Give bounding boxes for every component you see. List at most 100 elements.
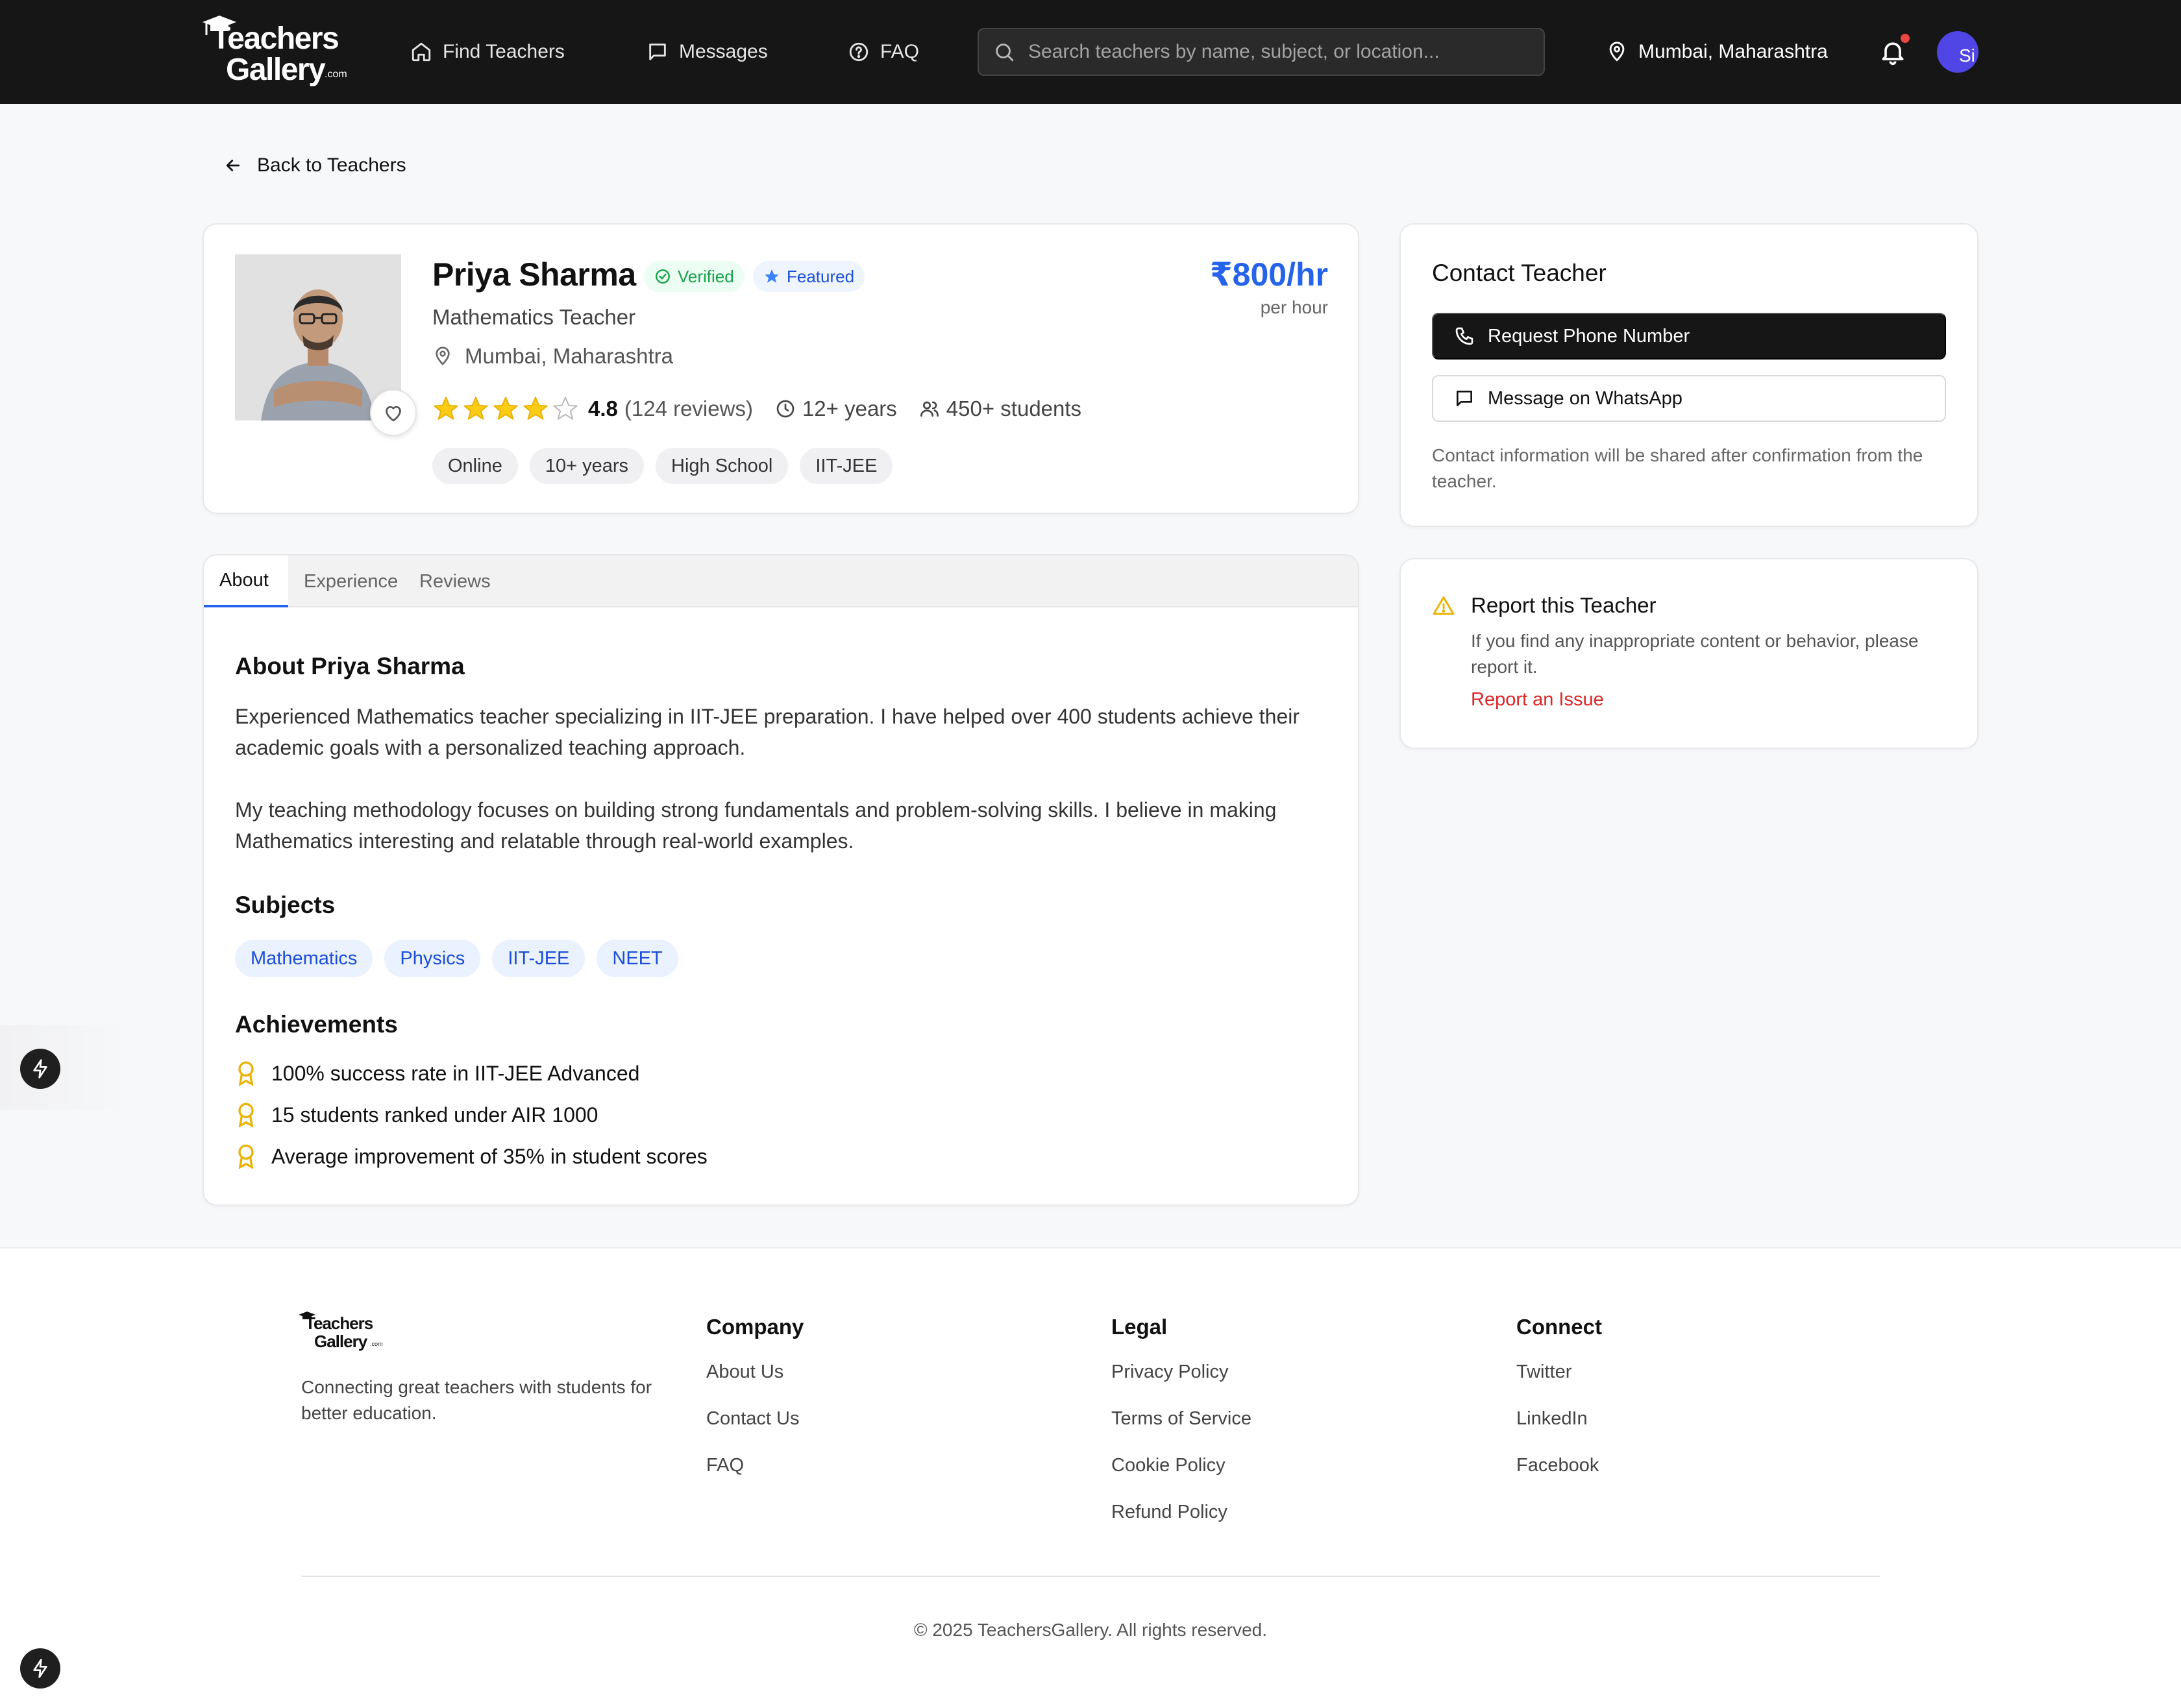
footer-column-title: Company xyxy=(706,1315,804,1339)
footer-link[interactable]: Privacy Policy xyxy=(1111,1361,1251,1408)
footer-link[interactable]: Refund Policy xyxy=(1111,1502,1251,1548)
whatsapp-label: Message on WhatsApp xyxy=(1488,387,1682,409)
tab-reviews[interactable]: Reviews xyxy=(404,555,506,607)
clock-icon xyxy=(776,400,795,418)
star-filled-icon xyxy=(434,396,458,420)
users-icon xyxy=(920,401,939,417)
about-heading: About Priya Sharma xyxy=(235,653,465,679)
location-selector[interactable]: Mumbai, Maharashtra xyxy=(1606,36,1828,67)
user-avatar[interactable]: Si xyxy=(1937,31,1978,73)
site-footer: Teachers Gallery .com Connecting great t… xyxy=(0,1247,2181,1708)
nav-messages[interactable]: Messages xyxy=(647,36,768,67)
footer-link[interactable]: Facebook xyxy=(1516,1455,1602,1502)
achievement-item: 15 students ranked under AIR 1000 xyxy=(235,1102,598,1128)
contact-title: Contact Teacher xyxy=(1432,260,1607,286)
contact-card: Contact Teacher Request Phone Number Mes… xyxy=(1399,223,1978,527)
footer-link[interactable]: Cookie Policy xyxy=(1111,1455,1251,1502)
achievement-text: 15 students ranked under AIR 1000 xyxy=(271,1103,598,1127)
teacher-subtitle: Mathematics Teacher xyxy=(432,305,636,329)
reviews-count[interactable]: (124 reviews) xyxy=(624,396,753,421)
report-issue-link[interactable]: Report an Issue xyxy=(1471,689,1604,711)
site-logo[interactable]: Teachers Gallery .com xyxy=(203,14,352,91)
request-phone-button[interactable]: Request Phone Number xyxy=(1432,313,1946,360)
profile-tag: 10+ years xyxy=(529,448,644,484)
arrow-left-icon xyxy=(226,160,240,171)
lightning-icon xyxy=(33,1059,47,1079)
about-paragraph-2: My teaching methodology focuses on build… xyxy=(235,798,1277,853)
footer-column-company: Company About Us Contact Us FAQ xyxy=(706,1315,804,1502)
back-label: Back to Teachers xyxy=(257,154,406,176)
quick-action-button[interactable] xyxy=(20,1049,60,1089)
warning-triangle-icon xyxy=(1433,596,1455,615)
students-label: 450+ students xyxy=(946,396,1082,421)
logo-line2: Gallery xyxy=(226,53,326,87)
message-icon xyxy=(649,43,666,60)
footer-link[interactable]: LinkedIn xyxy=(1516,1408,1602,1455)
footer-link[interactable]: Twitter xyxy=(1516,1361,1602,1408)
footer-link[interactable]: FAQ xyxy=(706,1455,804,1502)
notification-dot xyxy=(1901,34,1910,43)
map-pin-icon xyxy=(1609,42,1625,62)
whatsapp-button[interactable]: Message on WhatsApp xyxy=(1432,375,1946,422)
search-input[interactable] xyxy=(1028,41,1522,63)
teacher-location-label: Mumbai, Maharashtra xyxy=(465,344,673,368)
quick-action-button[interactable] xyxy=(20,1648,60,1689)
logo-line1: Teachers xyxy=(212,21,339,56)
side-fade xyxy=(0,1025,130,1110)
footer-column-title: Connect xyxy=(1516,1315,1602,1339)
footer-column-title: Legal xyxy=(1111,1315,1168,1339)
profile-tags: Online 10+ years High School IIT-JEE xyxy=(432,448,893,484)
footer-link[interactable]: Terms of Service xyxy=(1111,1408,1251,1455)
achievement-item: 100% success rate in IIT-JEE Advanced xyxy=(235,1060,639,1086)
experience-label: 12+ years xyxy=(802,396,897,421)
back-to-teachers-link[interactable]: Back to Teachers xyxy=(223,154,406,177)
rating-value: 4.8 xyxy=(588,396,618,421)
star-filled-icon xyxy=(463,396,488,420)
footer-logo[interactable]: Teachers Gallery .com xyxy=(299,1311,392,1356)
students-stat: 450+ students xyxy=(919,396,1081,421)
report-title: Report this Teacher xyxy=(1471,593,1657,617)
nav-find-teachers[interactable]: Find Teachers xyxy=(410,36,565,67)
lightning-icon xyxy=(33,1659,47,1678)
nav-messages-label: Messages xyxy=(679,41,768,62)
report-card: Report this Teacher If you find any inap… xyxy=(1399,558,1978,749)
price-unit: per hour xyxy=(1260,297,1328,317)
achievements-heading: Achievements xyxy=(235,1011,398,1038)
profile-tag: Online xyxy=(432,448,518,484)
nav-faq-label: FAQ xyxy=(880,41,920,62)
nav-find-teachers-label: Find Teachers xyxy=(443,41,565,62)
phone-icon xyxy=(1455,327,1473,345)
subject-chips: Mathematics Physics IIT-JEE NEET xyxy=(235,940,678,977)
nav-faq[interactable]: FAQ xyxy=(848,36,919,67)
verified-label: Verified xyxy=(678,266,734,286)
top-nav: Teachers Gallery .com Find Teachers Mess… xyxy=(0,0,2181,104)
award-icon xyxy=(238,1061,254,1086)
achievement-item: Average improvement of 35% in student sc… xyxy=(235,1143,708,1169)
logo-suffix: .com xyxy=(325,69,347,80)
favorite-button[interactable] xyxy=(370,389,417,436)
footer-link[interactable]: About Us xyxy=(706,1361,804,1408)
tab-about[interactable]: About xyxy=(204,555,288,607)
subject-chip: Physics xyxy=(384,940,481,977)
footer-link[interactable]: Contact Us xyxy=(706,1408,804,1455)
award-icon xyxy=(238,1144,254,1169)
subject-chip: IIT-JEE xyxy=(492,940,585,977)
footer-divider xyxy=(301,1576,1880,1577)
achievement-text: 100% success rate in IIT-JEE Advanced xyxy=(271,1061,640,1085)
teacher-stats: 4.8 (124 reviews) 12+ years 450+ student… xyxy=(432,395,1103,423)
footer-column-connect: Connect Twitter LinkedIn Facebook xyxy=(1516,1315,1602,1502)
teacher-name: Priya Sharma xyxy=(432,256,636,293)
profile-card: Priya Sharma Verified Featured Mathemati… xyxy=(203,223,1359,514)
footer-column-legal: Legal Privacy Policy Terms of Service Co… xyxy=(1111,1315,1251,1548)
search-bar[interactable] xyxy=(978,28,1545,76)
contact-note: Contact information will be shared after… xyxy=(1432,445,1923,491)
rating-stars xyxy=(432,395,579,422)
subject-chip: NEET xyxy=(597,940,678,977)
featured-badge: Featured xyxy=(753,261,865,292)
message-icon xyxy=(1457,391,1472,406)
tab-bar: About Experience Reviews xyxy=(204,555,1358,607)
footer-logo-line1: Teachers xyxy=(305,1313,373,1333)
tab-experience[interactable]: Experience xyxy=(288,555,413,607)
star-filled-icon xyxy=(523,396,548,420)
request-phone-label: Request Phone Number xyxy=(1488,325,1690,347)
